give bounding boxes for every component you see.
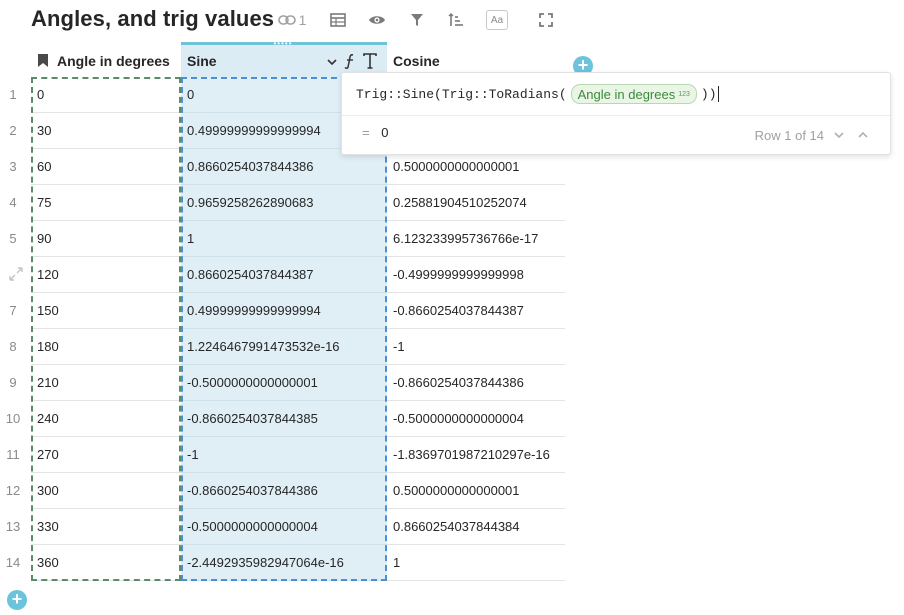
cell-sine[interactable]: -0.8660254037844385 (181, 401, 387, 437)
cell-sine[interactable]: -2.4492935982947064e-16 (181, 545, 387, 581)
chevron-up-icon[interactable] (856, 128, 870, 142)
chip-label: Angle in degrees (577, 86, 676, 102)
cell-sine[interactable]: -0.5000000000000004 (181, 509, 387, 545)
formula-icon[interactable] (344, 53, 356, 69)
cell-cosine[interactable]: -0.4999999999999998 (387, 257, 565, 293)
formula-input[interactable]: Trig::Sine(Trig::ToRadians( Angle in deg… (356, 83, 719, 105)
row-number: 7 (9, 303, 17, 318)
page-title: Angles, and trig values (31, 6, 275, 31)
cell-angle[interactable]: 180 (31, 329, 181, 365)
cell-angle[interactable]: 210 (31, 365, 181, 401)
cell-cosine[interactable]: -0.8660254037844386 (387, 365, 565, 401)
cell-angle[interactable]: 120 (31, 257, 181, 293)
formula-suffix: )) (700, 86, 717, 102)
fullscreen-icon (539, 13, 553, 27)
cell-cosine[interactable]: 0.5000000000000001 (387, 473, 565, 509)
cell-cosine[interactable]: 0.8660254037844384 (387, 509, 565, 545)
row-number: 11 (6, 447, 20, 462)
cell-angle[interactable]: 240 (31, 401, 181, 437)
formula-result: = 0 (362, 125, 388, 140)
chevron-down-icon[interactable] (327, 58, 337, 66)
filter-icon (411, 14, 423, 26)
chip-type: 123 (678, 90, 690, 98)
result-value: 0 (381, 125, 389, 140)
cell-sine[interactable]: 0.8660254037844387 (181, 257, 387, 293)
row-number: 12 (5, 483, 21, 498)
cell-angle[interactable]: 330 (31, 509, 181, 545)
cell-sine[interactable]: 1.2246467991473532e-16 (181, 329, 387, 365)
row-number: 13 (5, 519, 21, 534)
cell-angle[interactable]: 300 (31, 473, 181, 509)
cell-sine[interactable]: -1 (181, 437, 387, 473)
cell-angle[interactable]: 150 (31, 293, 181, 329)
row-number: 14 (5, 555, 21, 570)
column-header-label: Angle in degrees (57, 52, 170, 69)
text-cursor (717, 86, 719, 102)
cell-angle[interactable]: 360 (31, 545, 181, 581)
row-number: 10 (5, 411, 21, 426)
cell-angle[interactable]: 90 (31, 221, 181, 257)
cell-angle[interactable]: 75 (31, 185, 181, 221)
row-number: 3 (9, 159, 17, 174)
row-indicator: Row 1 of 14 (754, 128, 824, 143)
table-view-button[interactable] (328, 10, 348, 30)
sort-icon (448, 13, 463, 26)
link-icon (277, 15, 296, 25)
divider (342, 115, 890, 116)
bookmark-icon (38, 54, 48, 67)
add-icon: + (11, 589, 23, 609)
row-number: 1 (9, 87, 17, 102)
cell-sine[interactable]: 1 (181, 221, 387, 257)
row-number: 2 (9, 123, 17, 138)
text-type-icon (363, 53, 377, 69)
column-header-angle[interactable]: Angle in degrees (31, 44, 181, 77)
column-reference-chip[interactable]: Angle in degrees 123 (570, 84, 697, 104)
column-drag-handle[interactable]: ••••• (271, 40, 295, 48)
formula-prefix: Trig::Sine(Trig::ToRadians( (356, 86, 567, 102)
filter-button[interactable] (407, 10, 427, 30)
cell-angle[interactable]: 60 (31, 149, 181, 185)
eye-icon (369, 16, 385, 24)
chevron-down-icon[interactable] (832, 128, 846, 142)
cell-angle[interactable]: 30 (31, 113, 181, 149)
formula-editor[interactable]: Trig::Sine(Trig::ToRadians( Angle in deg… (341, 72, 891, 155)
table-icon (330, 13, 346, 27)
cell-angle[interactable]: 0 (31, 77, 181, 113)
cell-cosine[interactable]: -1.8369701987210297e-16 (387, 437, 565, 473)
column-header-label: Sine (187, 53, 217, 69)
cell-cosine[interactable]: 1 (387, 545, 565, 581)
link-count: 1 (298, 12, 307, 28)
link-button[interactable]: 1 (272, 10, 312, 30)
text-format-button[interactable]: Aa (486, 10, 508, 30)
cell-cosine[interactable]: -0.8660254037844387 (387, 293, 565, 329)
cell-sine[interactable]: 0.9659258262890683 (181, 185, 387, 221)
cell-sine[interactable]: 0.49999999999999994 (181, 293, 387, 329)
result-equals: = (362, 125, 370, 140)
cell-sine[interactable]: -0.5000000000000001 (181, 365, 387, 401)
row-number: 8 (9, 339, 17, 354)
add-row-button[interactable]: + (7, 590, 27, 610)
cell-cosine[interactable]: 0.25881904510252074 (387, 185, 565, 221)
sort-button[interactable] (446, 10, 466, 30)
row-number: 4 (9, 195, 17, 210)
row-number: 5 (9, 231, 17, 246)
visibility-button[interactable] (366, 10, 388, 30)
cell-cosine[interactable]: 6.123233995736766e-17 (387, 221, 565, 257)
cell-angle[interactable]: 270 (31, 437, 181, 473)
expand-icon[interactable] (8, 266, 24, 287)
column-header-label: Cosine (393, 52, 440, 69)
fullscreen-button[interactable] (536, 10, 556, 30)
cell-cosine[interactable]: -0.5000000000000004 (387, 401, 565, 437)
row-number: 9 (9, 375, 17, 390)
cell-cosine[interactable]: -1 (387, 329, 565, 365)
cell-sine[interactable]: -0.8660254037844386 (181, 473, 387, 509)
